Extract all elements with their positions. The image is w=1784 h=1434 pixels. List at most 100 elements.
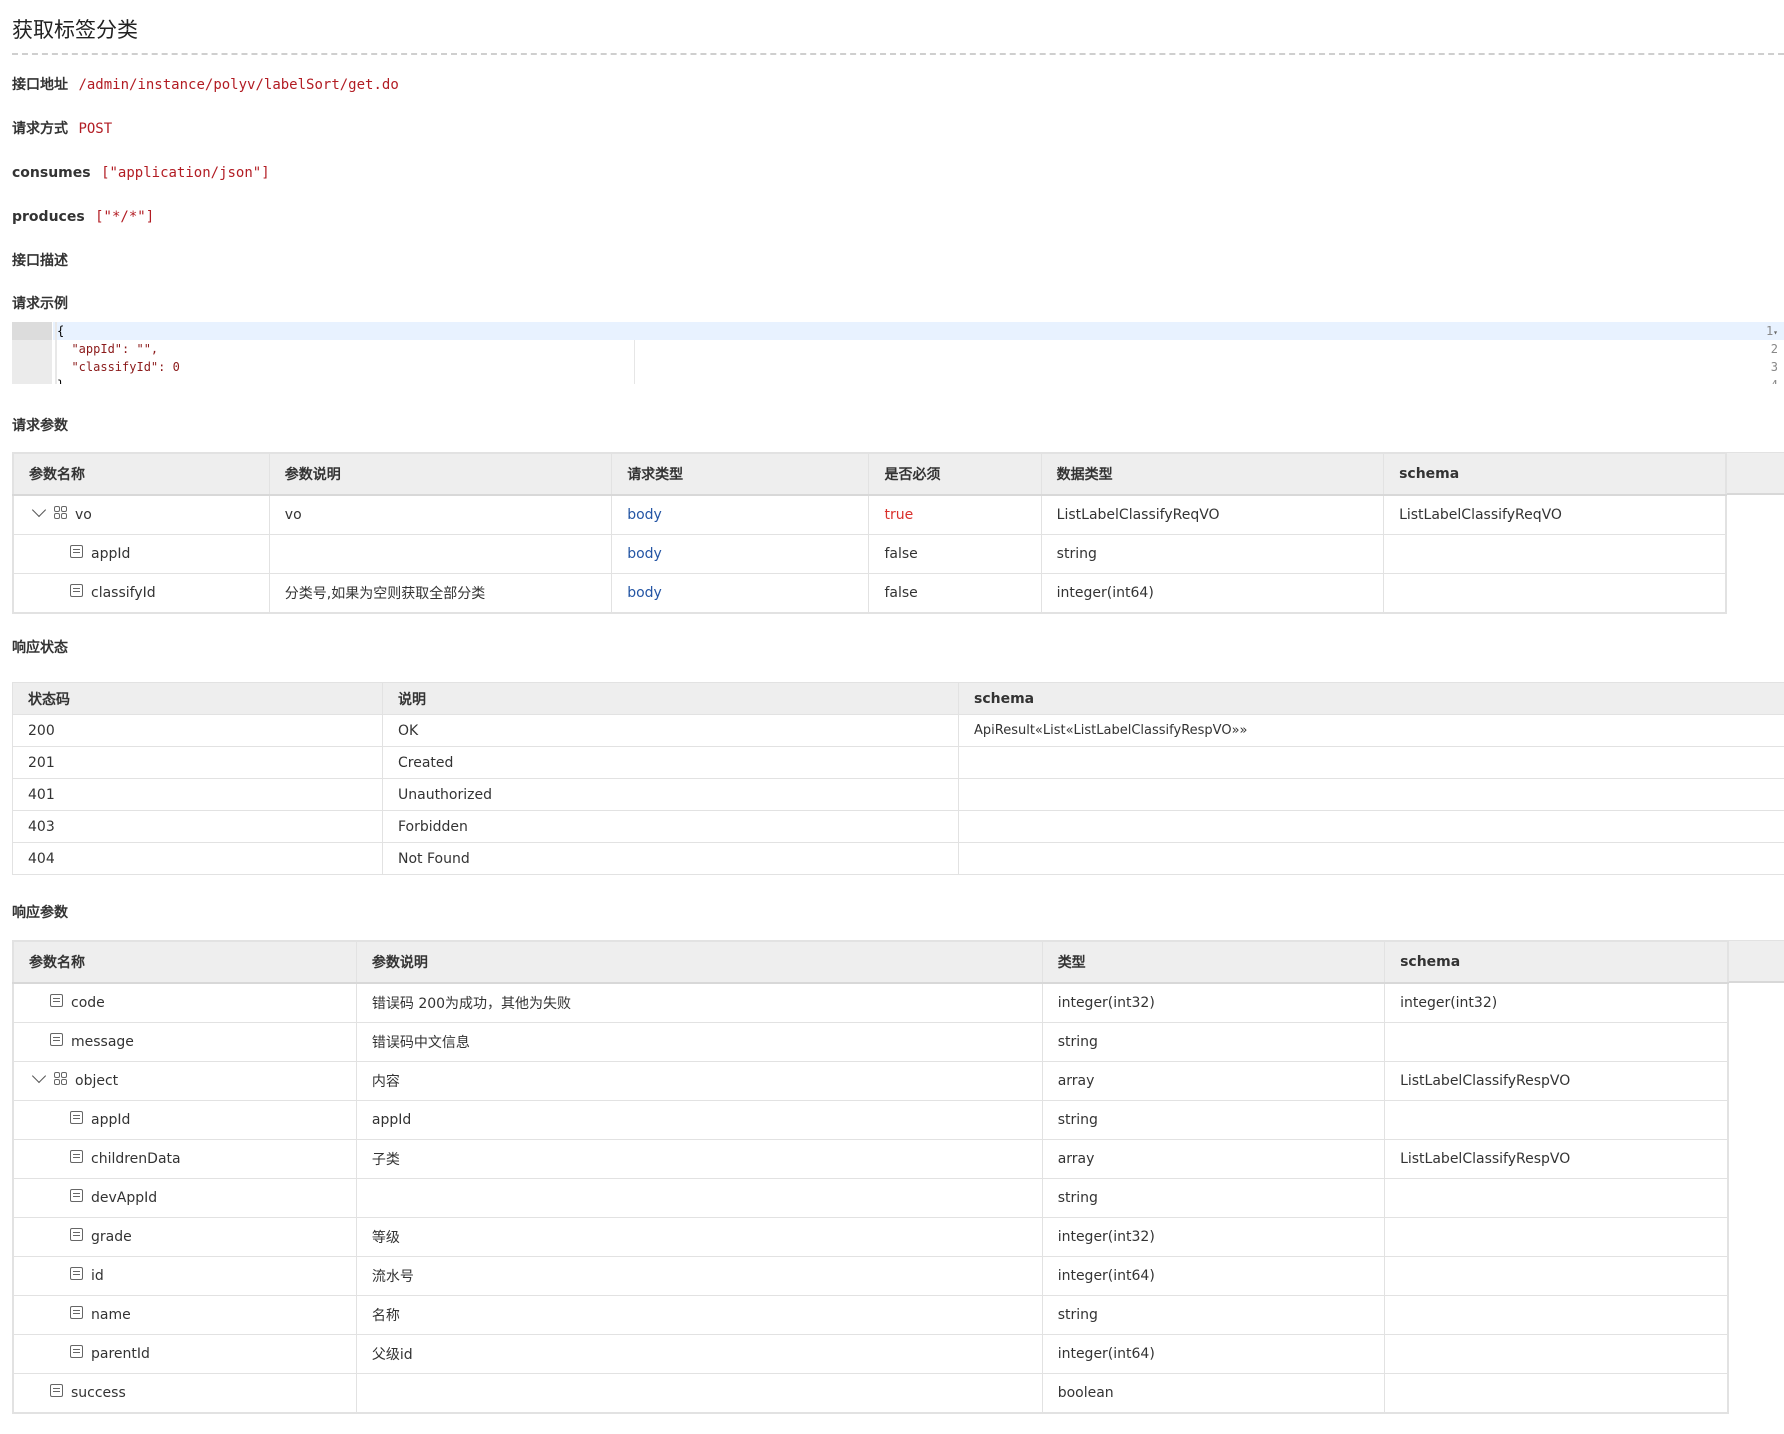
param-schema	[1384, 1100, 1729, 1140]
request-example-editor[interactable]: 1▾ 2 3 4 { "appId": "", "classifyId": 0 …	[12, 322, 1784, 384]
param-schema	[1384, 1295, 1729, 1335]
param-type: string	[1041, 1100, 1386, 1140]
description-label: 接口描述	[12, 253, 68, 269]
produces-value: ["*/*"]	[95, 209, 155, 225]
param-name-cell: id	[12, 1256, 357, 1296]
request-params-heading: 请求参数	[12, 418, 68, 434]
param-type: string	[1041, 1295, 1386, 1335]
line-number: 2	[1770, 342, 1778, 356]
chevron-down-icon[interactable]	[31, 1068, 47, 1084]
param-type: string	[1040, 534, 1385, 574]
status-desc: OK	[382, 714, 959, 747]
param-name: grade	[91, 1229, 132, 1245]
param-name-cell: code	[12, 982, 357, 1023]
param-desc	[268, 534, 613, 574]
col-header: 参数说明	[268, 452, 613, 496]
param-type: integer(int32)	[1041, 1217, 1386, 1257]
status-code: 404	[12, 842, 383, 875]
param-name-cell: grade	[12, 1217, 357, 1257]
editor-active-line	[53, 322, 1784, 340]
param-name: success	[71, 1385, 126, 1401]
col-header: schema	[1383, 452, 1727, 496]
status-desc: Forbidden	[382, 810, 959, 843]
param-desc: 父级id	[355, 1334, 1043, 1374]
code-line: }	[57, 376, 64, 384]
field-doc-icon	[70, 1110, 83, 1124]
line-number: 1▾	[1765, 324, 1778, 338]
field-doc-icon	[50, 1032, 63, 1046]
param-desc: 名称	[355, 1295, 1043, 1335]
param-name: appId	[91, 546, 131, 562]
table-row: 404 Not Found	[12, 842, 1784, 875]
request-example-heading: 请求示例	[12, 296, 68, 312]
response-status-table: 状态码 说明 schema 200 OK ApiResult«List«List…	[12, 682, 1784, 875]
produces-row: produces ["*/*"]	[12, 207, 154, 227]
param-type: string	[1041, 1178, 1386, 1218]
param-name: childrenData	[91, 1151, 181, 1167]
status-code: 201	[12, 746, 383, 779]
table-row: appId body false string	[12, 534, 1727, 574]
param-name-cell[interactable]: vo	[12, 494, 270, 535]
param-type: array	[1041, 1061, 1386, 1101]
col-header: 说明	[382, 682, 959, 715]
param-name: vo	[75, 507, 92, 523]
field-doc-icon	[70, 1149, 83, 1163]
fold-arrow-icon[interactable]: ▾	[1773, 328, 1778, 337]
response-status-heading: 响应状态	[12, 640, 68, 656]
table-row: grade 等级 integer(int32)	[12, 1217, 1729, 1257]
field-doc-icon	[70, 1344, 83, 1358]
param-type: integer(int32)	[1041, 982, 1386, 1023]
field-doc-icon	[70, 1227, 83, 1241]
produces-label: produces	[12, 209, 85, 225]
table-row: 200 OK ApiResult«List«ListLabelClassifyR…	[12, 714, 1784, 747]
col-header: 是否必须	[868, 452, 1042, 496]
consumes-value: ["application/json"]	[101, 165, 270, 181]
table-row: 201 Created	[12, 746, 1784, 779]
editor-gutter-active	[12, 322, 52, 340]
field-doc-icon	[70, 583, 83, 597]
table-row[interactable]: vo vo body true ListLabelClassifyReqVO L…	[12, 494, 1727, 535]
table-row: success boolean	[12, 1373, 1729, 1414]
param-desc: 错误码 200为成功，其他为失败	[355, 982, 1043, 1023]
status-desc: Unauthorized	[382, 778, 959, 811]
param-name-cell: appId	[12, 534, 270, 574]
param-schema: integer(int32)	[1384, 982, 1729, 1023]
request-method-value: POST	[78, 121, 113, 137]
param-schema	[1384, 1256, 1729, 1296]
param-desc: 等级	[355, 1217, 1043, 1257]
col-header: schema	[958, 682, 1784, 715]
param-name: id	[91, 1268, 104, 1284]
param-name-cell[interactable]: object	[12, 1061, 357, 1101]
col-header: 类型	[1041, 940, 1386, 984]
param-type: string	[1041, 1022, 1386, 1062]
table-row: message 错误码中文信息 string	[12, 1022, 1729, 1062]
status-code: 401	[12, 778, 383, 811]
param-type: boolean	[1041, 1373, 1386, 1414]
param-required: false	[868, 534, 1042, 574]
description-row: 接口描述	[12, 251, 74, 271]
param-desc: appId	[355, 1100, 1043, 1140]
endpoint-url-label: 接口地址	[12, 77, 68, 93]
table-row: classifyId 分类号,如果为空则获取全部分类 body false in…	[12, 573, 1727, 614]
param-type: ListLabelClassifyReqVO	[1040, 494, 1385, 535]
param-name-cell: devAppId	[12, 1178, 357, 1218]
line-number: 4	[1744, 376, 1778, 384]
param-schema	[1384, 1334, 1729, 1374]
title-divider	[12, 53, 1784, 55]
param-name-cell: parentId	[12, 1334, 357, 1374]
chevron-down-icon[interactable]	[31, 502, 47, 518]
request-method-label: 请求方式	[12, 121, 68, 137]
status-schema	[958, 778, 1784, 811]
param-name: classifyId	[91, 585, 156, 601]
param-type: array	[1041, 1139, 1386, 1179]
field-doc-icon	[70, 544, 83, 558]
col-header: 参数名称	[12, 452, 270, 496]
status-schema	[958, 842, 1784, 875]
status-code: 200	[12, 714, 383, 747]
param-desc: 错误码中文信息	[355, 1022, 1043, 1062]
param-schema	[1384, 1022, 1729, 1062]
table-row[interactable]: object 内容 array ListLabelClassifyRespVO	[12, 1061, 1729, 1101]
param-name-cell: message	[12, 1022, 357, 1062]
param-required: false	[868, 573, 1042, 614]
param-schema: ListLabelClassifyReqVO	[1383, 494, 1727, 535]
